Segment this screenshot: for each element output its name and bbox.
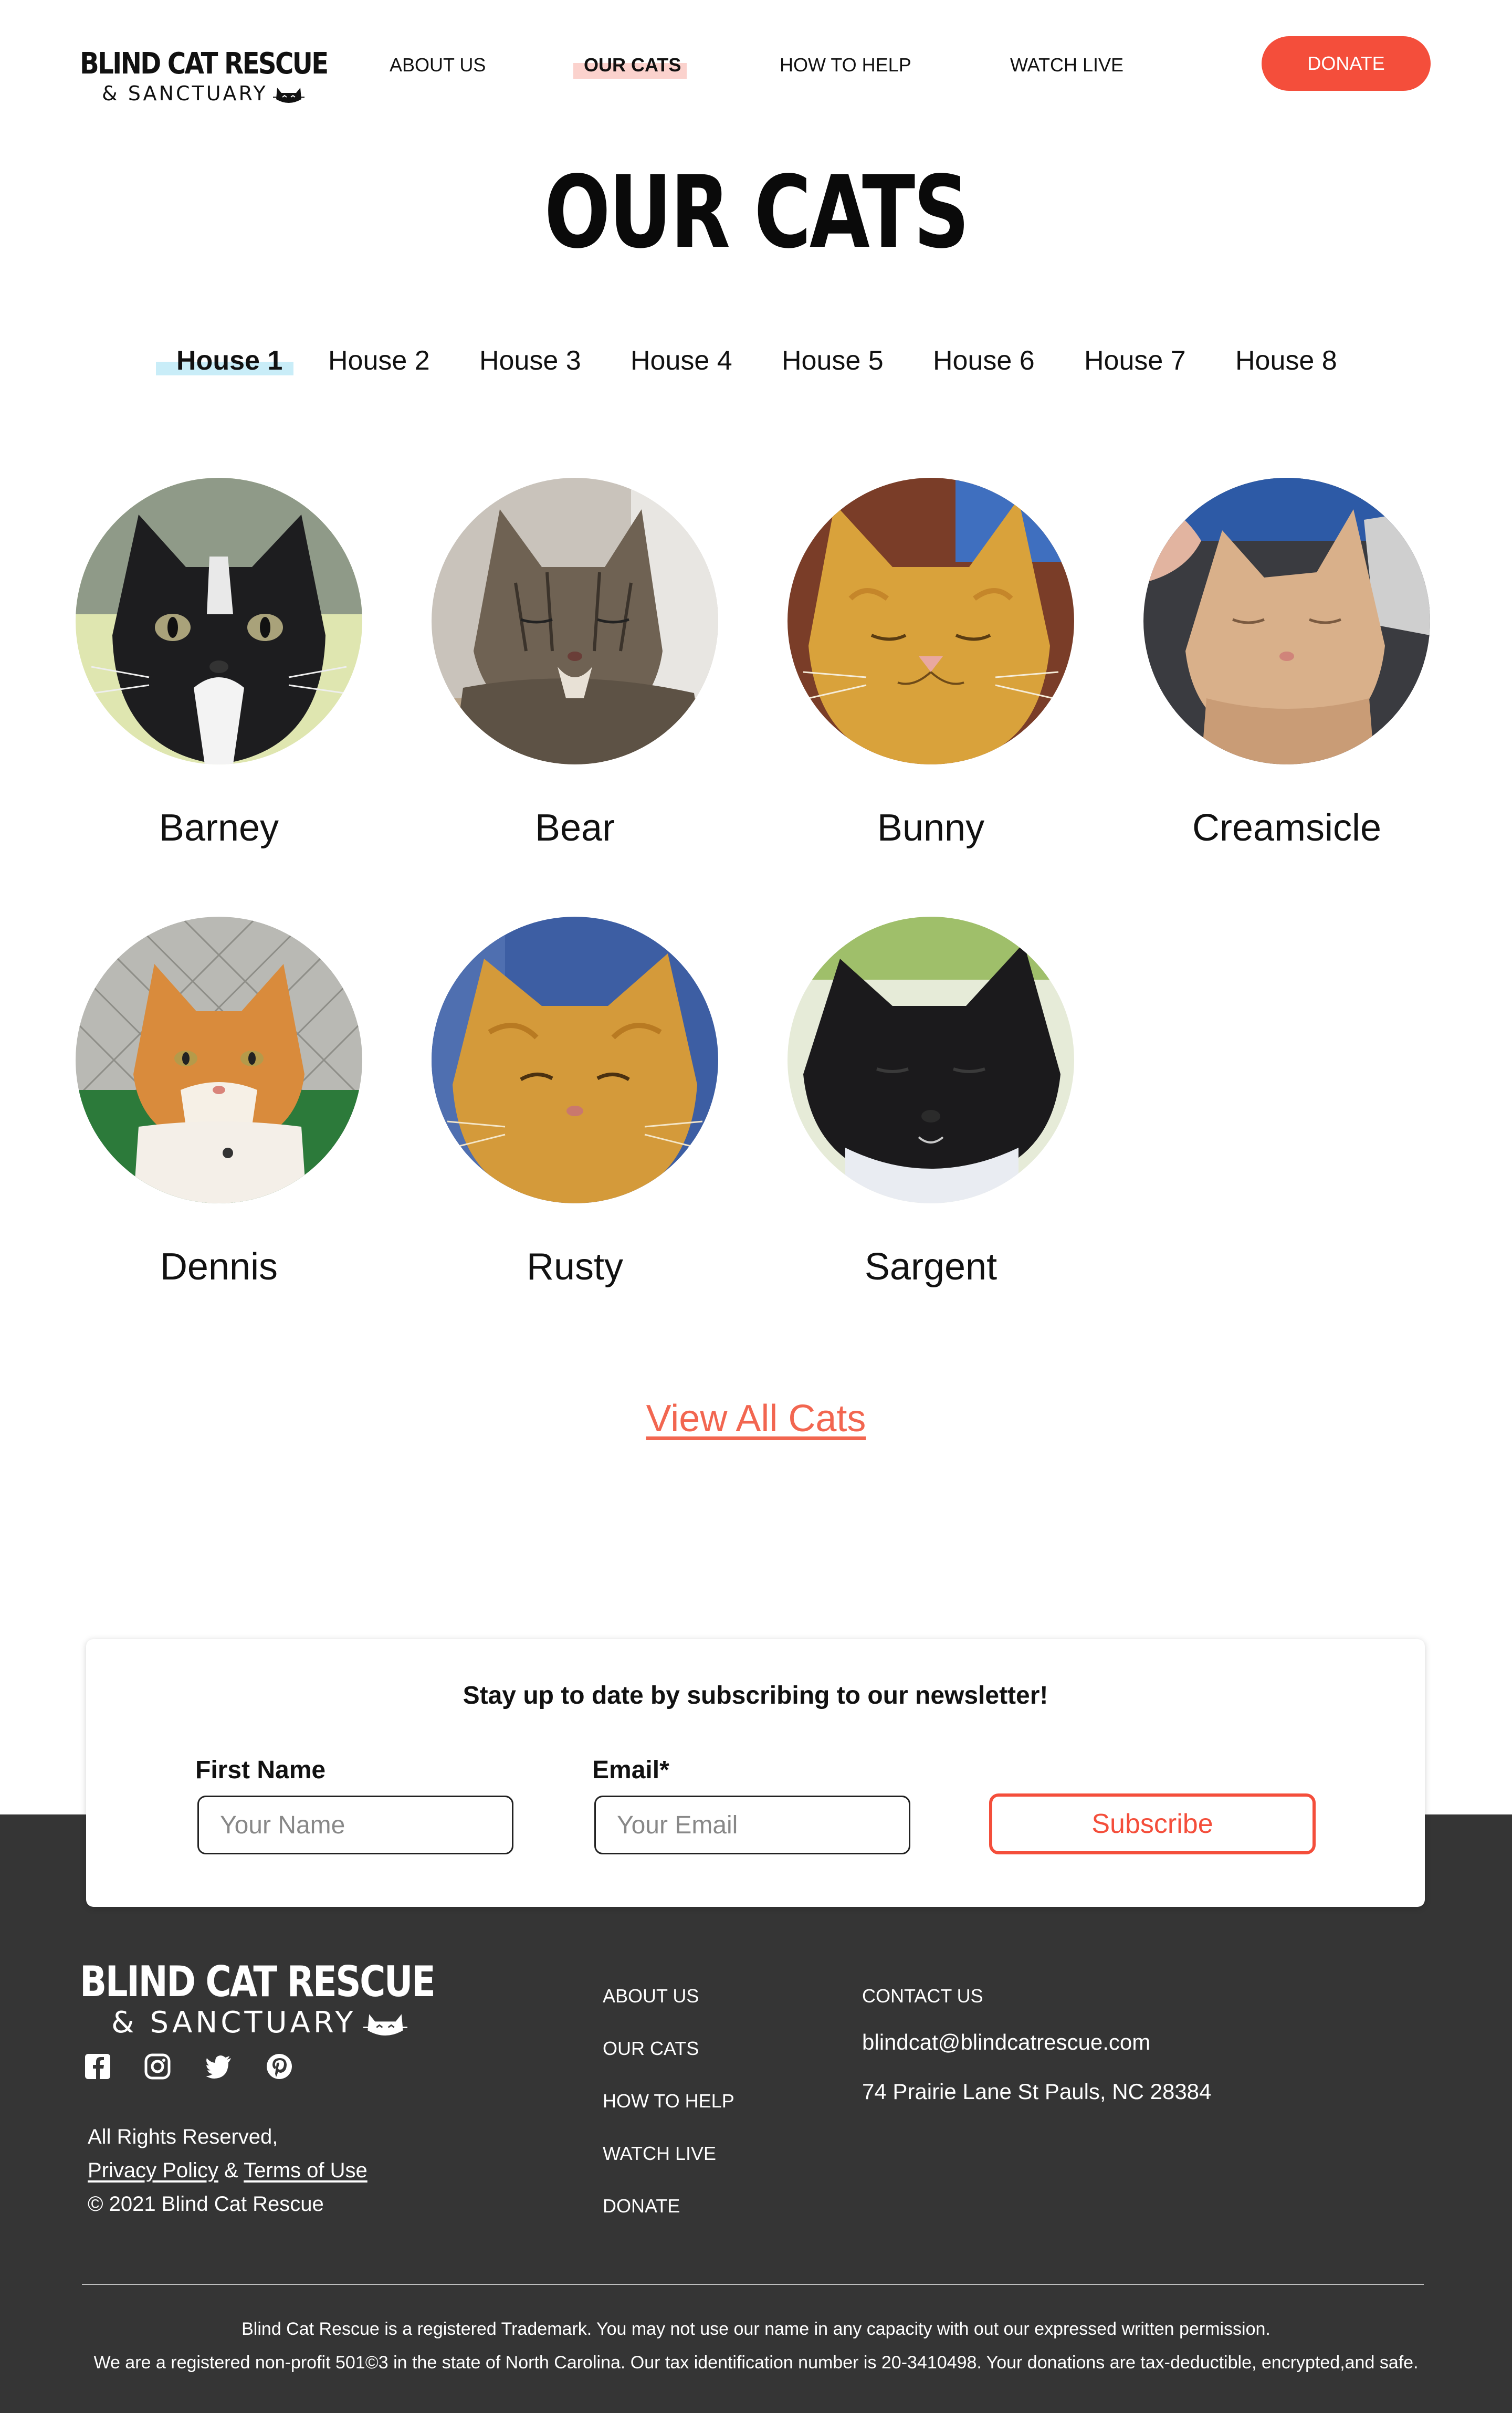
cat-face-icon xyxy=(272,87,304,103)
cat-photo[interactable] xyxy=(1143,478,1430,764)
nav-our-cats[interactable]: OUR CATS xyxy=(584,55,681,76)
cat-photo[interactable] xyxy=(788,478,1074,764)
privacy-policy-link[interactable]: Privacy Policy xyxy=(88,2159,218,2182)
facebook-icon[interactable] xyxy=(84,2053,111,2080)
first-name-label: First Name xyxy=(195,1756,326,1784)
email-input[interactable] xyxy=(594,1796,910,1854)
page-title: OUR CATS xyxy=(0,158,1512,268)
footer-nav-watch-live[interactable]: WATCH LIVE xyxy=(603,2142,716,2165)
cat-name[interactable]: Rusty xyxy=(400,1245,750,1289)
cat-card-dennis[interactable]: Dennis xyxy=(76,917,362,1288)
cat-name[interactable]: Creamsicle xyxy=(1112,806,1462,850)
cat-photo[interactable] xyxy=(788,917,1074,1203)
nav-watch-live[interactable]: WATCH LIVE xyxy=(1010,55,1124,76)
footer-logo-title: BLIND CAT RESCUE xyxy=(80,1957,436,2006)
cat-photo[interactable] xyxy=(432,478,718,764)
cat-name[interactable]: Dennis xyxy=(44,1245,394,1289)
tab-house-5[interactable]: House 5 xyxy=(782,344,884,377)
contact-heading: CONTACT US xyxy=(862,1985,983,2007)
footer-nav-our-cats[interactable]: OUR CATS xyxy=(603,2037,699,2060)
newsletter-card: Stay up to date by subscribing to our ne… xyxy=(86,1639,1425,1907)
footer-nav-about-us[interactable]: ABOUT US xyxy=(603,1985,699,2008)
tab-house-6[interactable]: House 6 xyxy=(933,344,1035,377)
cat-card-creamsicle[interactable]: Creamsicle xyxy=(1143,478,1430,849)
cat-card-rusty[interactable]: Rusty xyxy=(432,917,718,1288)
footer-copyright: © 2021 Blind Cat Rescue xyxy=(88,2192,324,2216)
cat-photo[interactable] xyxy=(76,478,362,764)
contact-address: 74 Prairie Lane St Pauls, NC 28384 xyxy=(862,2079,1212,2104)
legal-nonprofit: We are a registered non-profit 501©3 in … xyxy=(93,2353,1419,2373)
tab-house-4[interactable]: House 4 xyxy=(631,344,732,377)
tab-house-8[interactable]: House 8 xyxy=(1235,344,1337,377)
cat-name[interactable]: Sargent xyxy=(756,1245,1106,1289)
terms-of-use-link[interactable]: Terms of Use xyxy=(244,2159,368,2182)
logo-tagline: & SANCTUARY xyxy=(102,81,306,106)
footer-nav-donate[interactable]: DONATE xyxy=(603,2195,680,2218)
donate-button[interactable]: DONATE xyxy=(1262,36,1431,91)
cat-photo[interactable] xyxy=(432,917,718,1203)
legal-trademark: Blind Cat Rescue is a registered Tradema… xyxy=(242,2319,1270,2339)
tab-house-3[interactable]: House 3 xyxy=(479,344,581,377)
contact-email[interactable]: blindcat@blindcatrescue.com xyxy=(862,2029,1150,2056)
tab-house-1[interactable]: House 1 xyxy=(176,344,282,377)
footer-rights: All Rights Reserved, xyxy=(88,2125,278,2148)
nav-how-to-help[interactable]: HOW TO HELP xyxy=(780,55,911,76)
footer-amp: & xyxy=(224,2159,238,2182)
cat-name[interactable]: Barney xyxy=(44,806,394,850)
newsletter-title: Stay up to date by subscribing to our ne… xyxy=(463,1682,1048,1709)
cat-photo[interactable] xyxy=(76,917,362,1203)
cat-name[interactable]: Bear xyxy=(400,806,750,850)
tab-house-2[interactable]: House 2 xyxy=(328,344,430,377)
cat-card-bunny[interactable]: Bunny xyxy=(788,478,1074,849)
tab-house-7[interactable]: House 7 xyxy=(1084,344,1186,377)
logo-tagline-text: & SANCTUARY xyxy=(102,82,268,105)
cat-card-bear[interactable]: Bear xyxy=(432,478,718,849)
view-all-cats-link[interactable]: View All Cats xyxy=(0,1397,1512,1441)
footer-policy-links: Privacy Policy & Terms of Use xyxy=(88,2157,368,2184)
first-name-input[interactable] xyxy=(197,1796,513,1854)
page-title-text: OUR CATS xyxy=(544,154,970,270)
cat-name[interactable]: Bunny xyxy=(756,806,1106,850)
subscribe-button[interactable]: Subscribe xyxy=(989,1793,1316,1854)
footer-logo-tagline: & SANCTUARY xyxy=(111,2006,408,2040)
cat-card-sargent[interactable]: Sargent xyxy=(788,917,1074,1288)
nav-about-us[interactable]: ABOUT US xyxy=(390,55,486,76)
instagram-icon[interactable] xyxy=(144,2053,171,2080)
footer-divider xyxy=(82,2284,1424,2285)
footer-logo-tagline-text: & SANCTUARY xyxy=(111,2006,356,2040)
cat-card-barney[interactable]: Barney xyxy=(76,478,362,849)
cat-face-icon xyxy=(363,2014,408,2036)
email-label: Email* xyxy=(592,1756,669,1784)
pinterest-icon[interactable] xyxy=(266,2053,293,2080)
footer-nav-how-to-help[interactable]: HOW TO HELP xyxy=(603,2090,734,2113)
footer-logo[interactable]: BLIND CAT RESCUE & SANCTUARY xyxy=(80,1957,436,2040)
twitter-icon[interactable] xyxy=(205,2053,232,2080)
